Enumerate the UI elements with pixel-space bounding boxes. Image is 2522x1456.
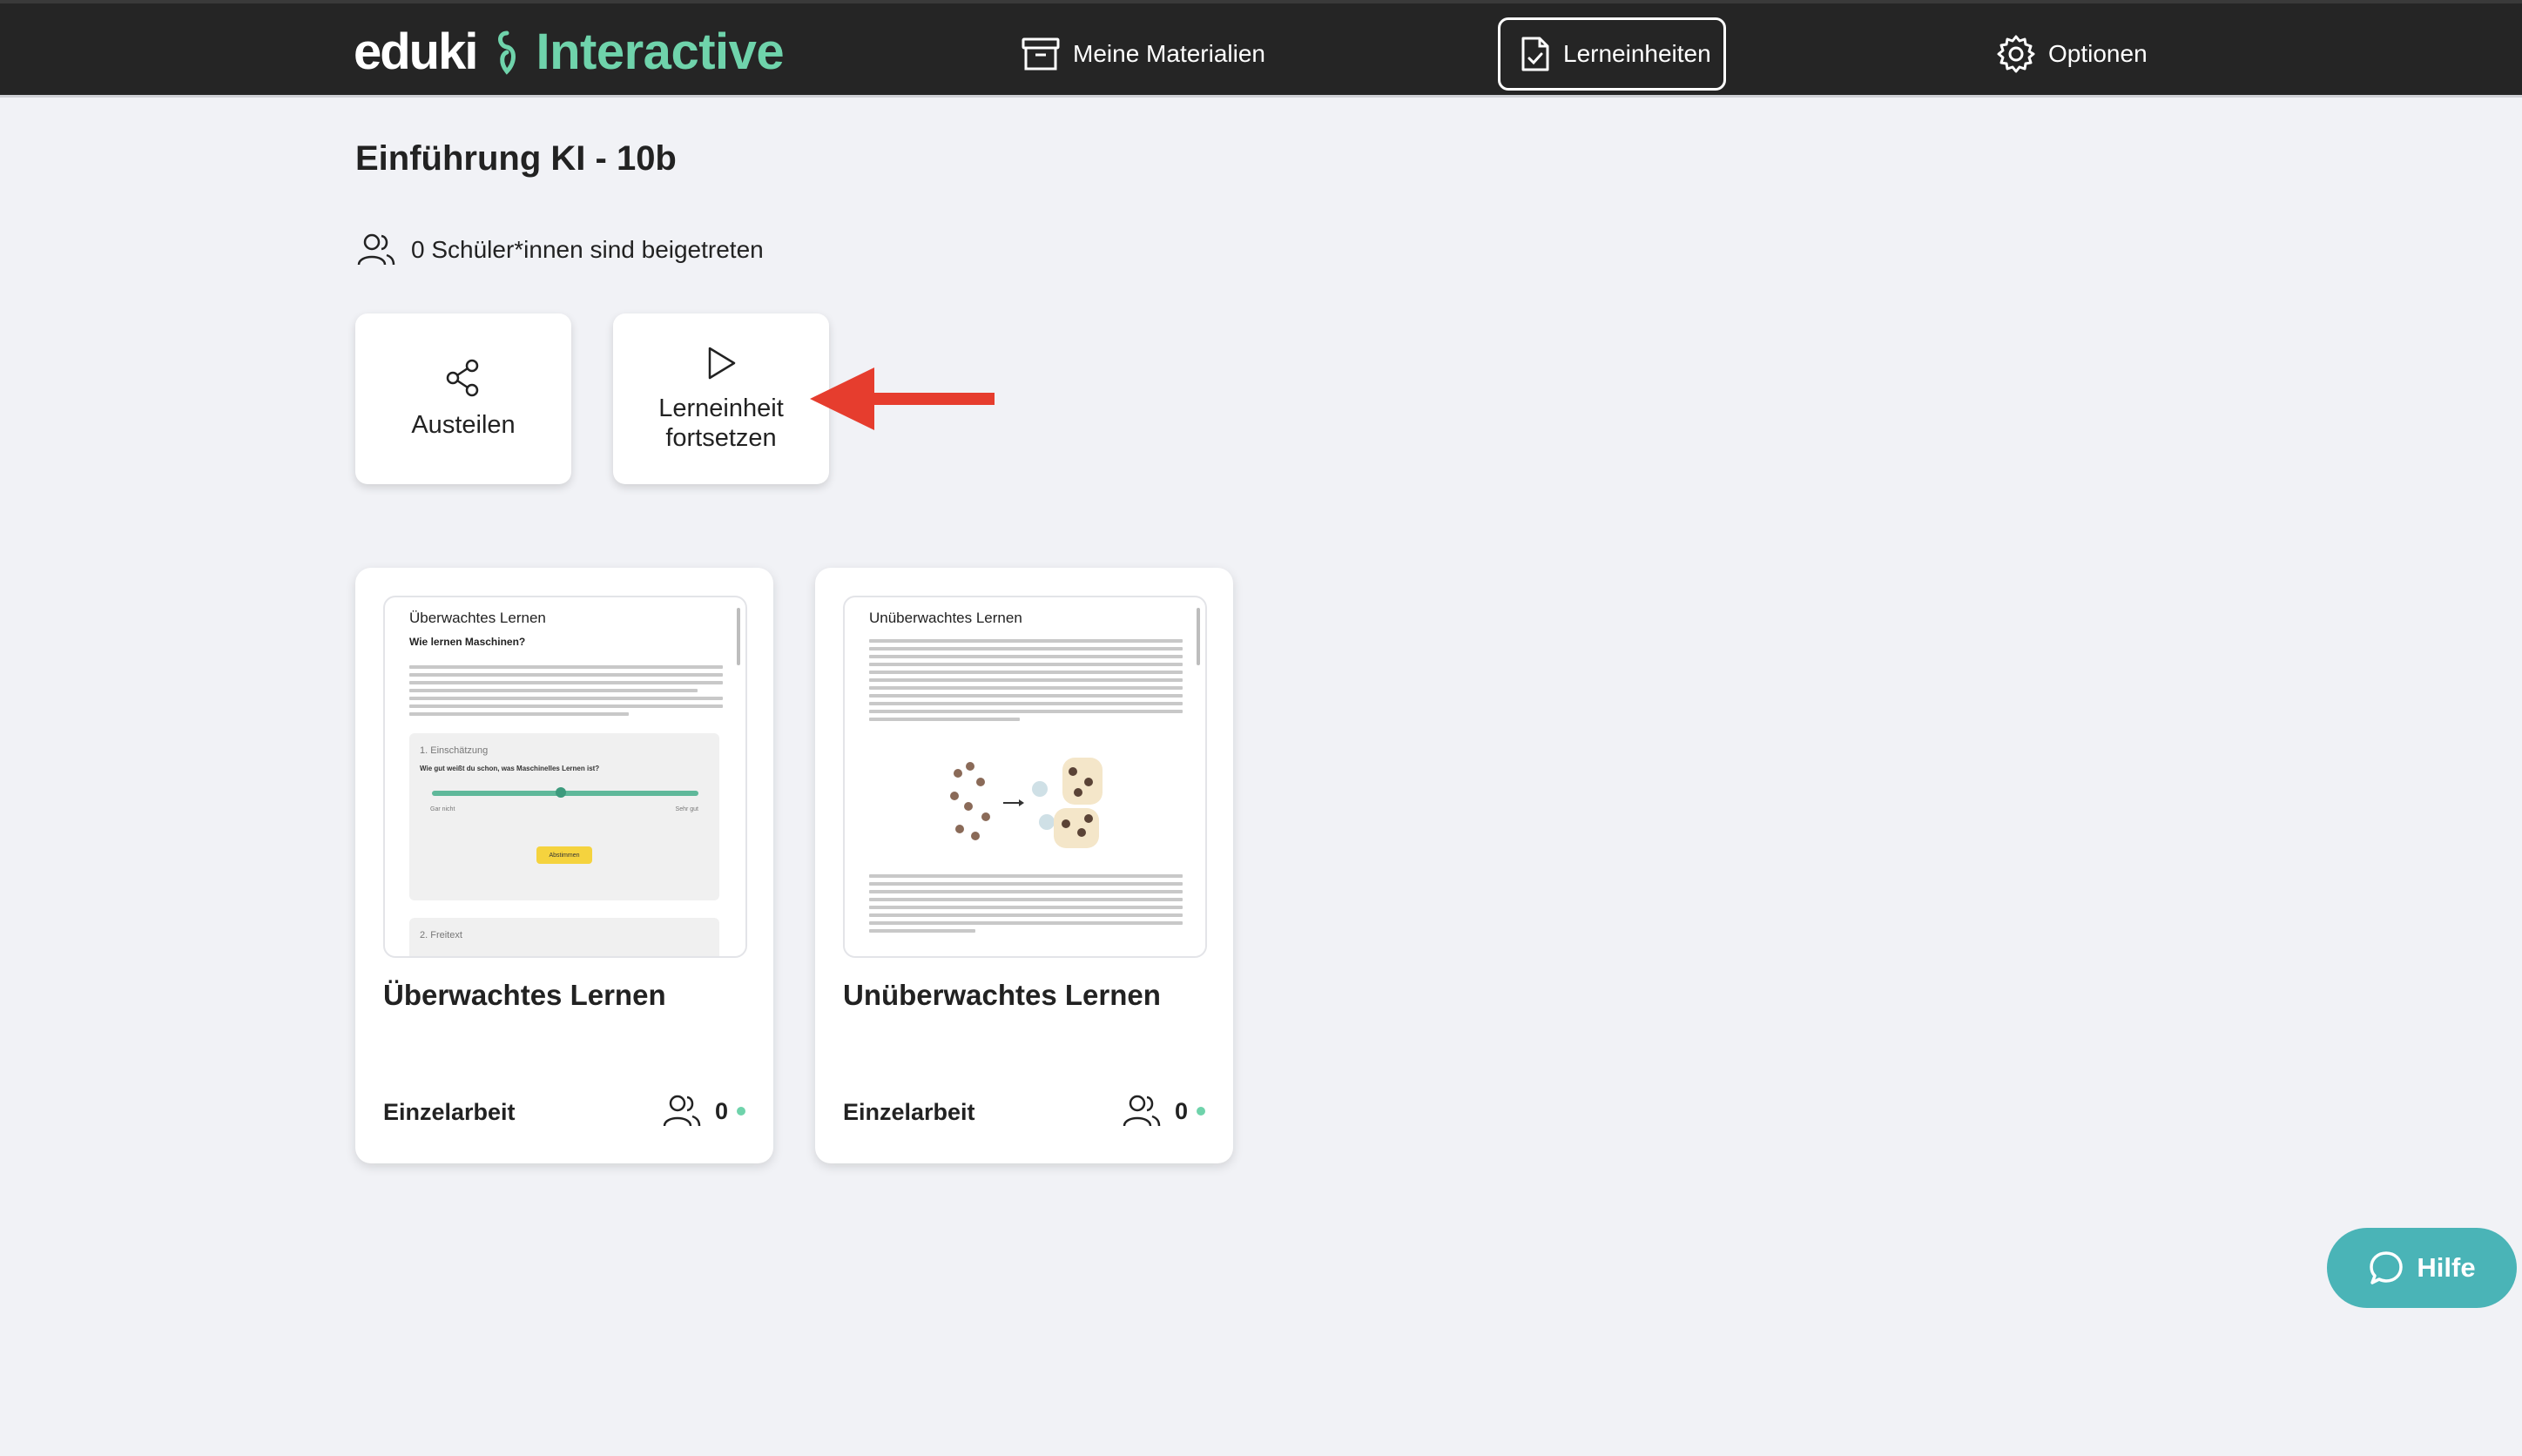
play-icon	[708, 347, 736, 380]
preview-task1-label: 1. Einschätzung	[420, 745, 489, 756]
preview-low-label: Gar nicht	[430, 806, 455, 812]
archive-box-icon	[1022, 37, 1060, 71]
preview-text-lines-bottom	[869, 874, 1183, 937]
document-check-icon	[1521, 37, 1549, 71]
share-button[interactable]: Austeilen	[355, 313, 571, 484]
card-participant-count: 0	[714, 1097, 728, 1124]
nav-optionen[interactable]: Optionen	[1996, 17, 2148, 91]
card-title: Überwachtes Lernen	[383, 979, 666, 1011]
logo-eduki-text: eduki	[354, 24, 478, 80]
card-participant-count: 0	[1174, 1097, 1188, 1124]
gear-icon	[1997, 35, 2035, 73]
nav-optionen-label: Optionen	[2048, 40, 2148, 67]
eduki-interactive-logo[interactable]: eduki Interactive	[354, 24, 785, 80]
top-navigation-bar: eduki Interactive Meine Materialien Lern…	[0, 0, 2522, 98]
material-preview: Überwachtes Lernen Wie lernen Maschinen?…	[383, 596, 747, 958]
preview-task2-label: 2. Freitext	[420, 930, 462, 940]
card-title: Unüberwachtes Lernen	[843, 979, 1161, 1011]
material-preview: Unüberwachtes Lernen	[843, 596, 1207, 958]
card-participants: 0	[661, 1094, 745, 1129]
preview-title: Überwachtes Lernen	[409, 610, 546, 626]
preview-scrollbar	[1197, 608, 1200, 665]
preview-high-label: Sehr gut	[675, 806, 698, 812]
help-button[interactable]: Hilfe	[2327, 1228, 2517, 1308]
nav-lerneinheiten[interactable]: Lerneinheiten	[1498, 17, 1726, 91]
preview-text-lines	[869, 639, 1183, 725]
preview-scrollbar	[737, 608, 740, 665]
users-icon	[357, 233, 395, 266]
card-work-type: Einzelarbeit	[383, 1099, 516, 1125]
logo-interactive-text: Interactive	[536, 24, 785, 80]
logo-mark-icon	[497, 30, 516, 75]
material-card-ueberwachtes-lernen[interactable]: Überwachtes Lernen Wie lernen Maschinen?…	[355, 568, 773, 1163]
preview-task-box: 1. Einschätzung Wie gut weißt du schon, …	[409, 733, 719, 900]
online-status-dot	[737, 1107, 745, 1116]
preview-title: Unüberwachtes Lernen	[869, 610, 1022, 626]
users-icon	[663, 1095, 701, 1127]
nav-meine-materialien[interactable]: Meine Materialien	[1021, 17, 1265, 91]
nav-meine-materialien-label: Meine Materialien	[1073, 40, 1265, 67]
chat-bubble-icon	[2370, 1251, 2404, 1284]
annotation-arrow-icon	[810, 367, 995, 430]
continue-unit-label-line1: Lerneinheit	[658, 394, 784, 422]
preview-text-lines	[409, 665, 723, 720]
online-status-dot	[1197, 1107, 1205, 1116]
students-joined-text: 0 Schüler*innen sind beigetreten	[411, 236, 764, 263]
help-button-label: Hilfe	[2417, 1252, 2476, 1283]
share-icon	[446, 359, 479, 397]
preview-task-box-2: 2. Freitext	[409, 918, 719, 956]
preview-heading: Wie lernen Maschinen?	[409, 636, 526, 648]
nav-lerneinheiten-label: Lerneinheiten	[1563, 40, 1711, 67]
card-participants: 0	[1121, 1094, 1205, 1129]
students-joined-status: 0 Schüler*innen sind beigetreten	[355, 230, 764, 270]
continue-unit-label-line2: fortsetzen	[665, 424, 777, 452]
continue-unit-button[interactable]: Lerneinheit fortsetzen	[613, 313, 829, 484]
clustering-illustration-icon	[950, 758, 1103, 848]
material-card-unueberwachtes-lernen[interactable]: Unüberwachtes Lernen Unüberwachtes Lerne…	[815, 568, 1233, 1163]
share-button-label: Austeilen	[411, 411, 516, 439]
page-title: Einführung KI - 10b	[355, 139, 677, 178]
preview-vote-button: Abstimmen	[536, 846, 592, 864]
card-work-type: Einzelarbeit	[843, 1099, 975, 1125]
users-icon	[1123, 1095, 1161, 1127]
preview-question: Wie gut weißt du schon, was Maschinelles…	[420, 765, 600, 772]
preview-slider-knob	[556, 787, 566, 798]
